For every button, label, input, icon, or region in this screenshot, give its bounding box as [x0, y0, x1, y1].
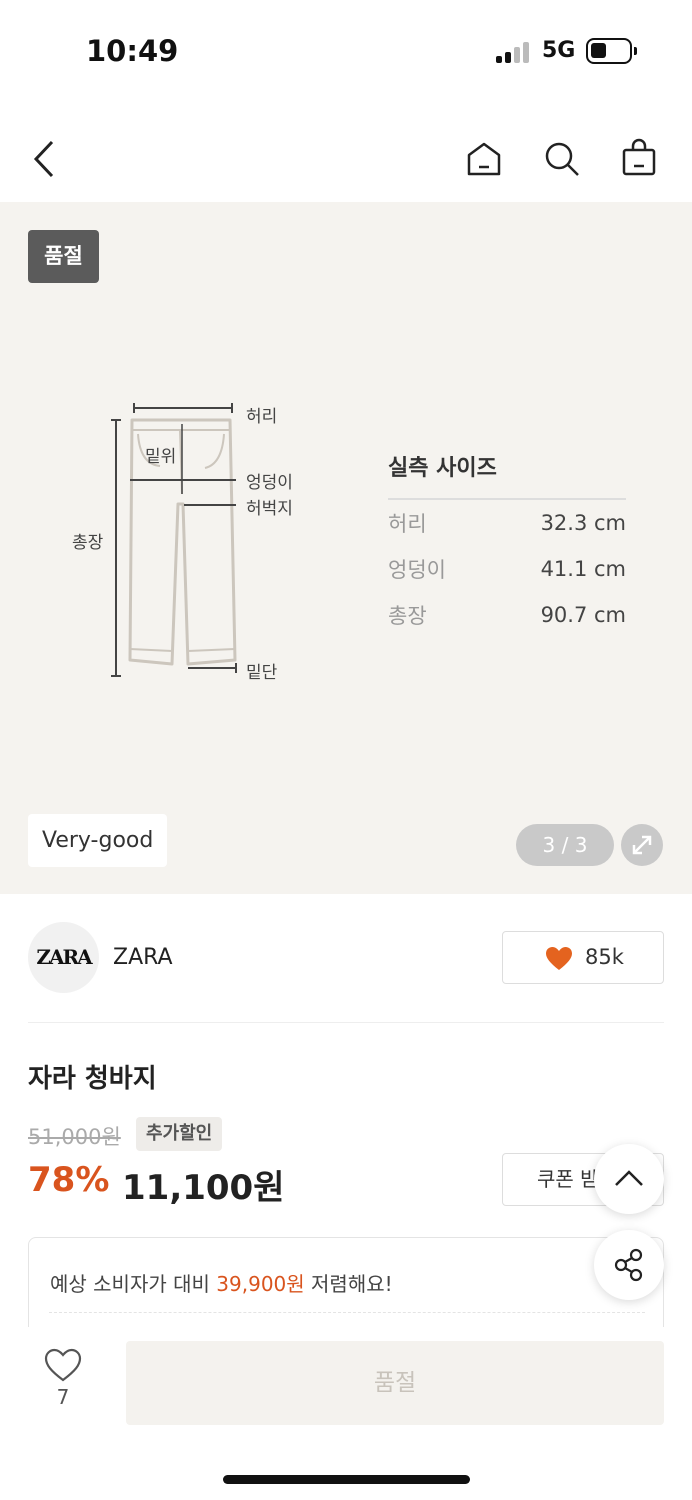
- savings-text: 예상 소비자가 대비 39,900원 저렴해요!: [50, 1268, 393, 1297]
- size-label: 총장: [388, 604, 427, 628]
- heart-outline-icon: [44, 1348, 82, 1382]
- product-title: 자라 청바지: [28, 1064, 157, 1094]
- image-page-counter: 3 / 3: [516, 824, 614, 866]
- size-value: 90.7 cm: [540, 603, 626, 627]
- network-label: 5G: [542, 38, 576, 63]
- product-image-area[interactable]: 품절 허리 밑위 엉덩이 허벅지 총장 밑단 실측 사이즈 허리 32.3 cm…: [0, 202, 692, 894]
- brand-name[interactable]: ZARA: [113, 945, 173, 970]
- soldout-button[interactable]: 품절: [126, 1341, 664, 1425]
- discount-rate: 78%: [28, 1160, 110, 1200]
- size-label: 엉덩이: [388, 558, 446, 582]
- diagram-label-waist: 허리: [246, 407, 278, 427]
- status-bar: 10:49 5G: [0, 0, 692, 100]
- size-value: 41.1 cm: [540, 557, 626, 581]
- size-row: 총장 90.7 cm: [388, 592, 626, 638]
- wishlist-count: 7: [56, 1385, 70, 1409]
- size-table-title: 실측 사이즈: [388, 450, 626, 500]
- diagram-label-hip: 엉덩이: [246, 473, 293, 493]
- brand-logo[interactable]: ZARA: [28, 922, 99, 993]
- expand-image-button[interactable]: [621, 824, 663, 866]
- size-table: 실측 사이즈 허리 32.3 cm 엉덩이 41.1 cm 총장 90.7 cm: [388, 450, 626, 638]
- savings-amount: 39,900원: [216, 1272, 305, 1296]
- size-row: 허리 32.3 cm: [388, 500, 626, 546]
- extra-discount-badge: 추가할인: [136, 1117, 223, 1151]
- status-time: 10:49: [86, 34, 179, 68]
- home-icon[interactable]: [465, 140, 503, 178]
- brand-like-button[interactable]: 85k: [502, 931, 664, 984]
- savings-suffix: 저렴해요!: [311, 1272, 393, 1296]
- diagram-label-rise: 밑위: [145, 447, 177, 467]
- soldout-badge: 품절: [28, 230, 99, 283]
- expand-icon: [632, 835, 652, 855]
- bottom-bar: 7 품절: [0, 1327, 692, 1500]
- chevron-up-icon: [615, 1170, 643, 1186]
- size-row: 엉덩이 41.1 cm: [388, 546, 626, 592]
- size-label: 허리: [388, 512, 427, 536]
- home-indicator: [223, 1475, 470, 1484]
- share-icon: [614, 1248, 643, 1282]
- share-button[interactable]: [594, 1230, 664, 1300]
- condition-grade-badge: Very-good: [28, 814, 168, 867]
- signal-icon: [496, 41, 532, 63]
- back-icon[interactable]: [30, 138, 60, 180]
- diagram-label-hem: 밑단: [246, 663, 278, 683]
- brand-like-count: 85k: [585, 945, 624, 969]
- scroll-to-top-button[interactable]: [594, 1144, 664, 1214]
- top-nav: [0, 120, 692, 202]
- sale-price: 11,100원: [122, 1168, 285, 1208]
- original-price: 51,000원: [28, 1125, 121, 1149]
- dashed-divider: [49, 1312, 645, 1313]
- size-diagram: 허리 밑위 엉덩이 허벅지 총장 밑단: [60, 394, 340, 684]
- divider: [28, 1022, 664, 1023]
- savings-prefix: 예상 소비자가 대비: [50, 1272, 210, 1296]
- wishlist-button[interactable]: 7: [40, 1347, 86, 1409]
- search-icon[interactable]: [543, 140, 581, 178]
- heart-filled-icon: [546, 947, 572, 970]
- shopping-bag-icon[interactable]: [620, 138, 658, 178]
- size-value: 32.3 cm: [540, 511, 626, 535]
- diagram-label-length: 총장: [72, 533, 104, 553]
- diagram-label-thigh: 허벅지: [246, 499, 293, 519]
- battery-icon: [586, 38, 637, 64]
